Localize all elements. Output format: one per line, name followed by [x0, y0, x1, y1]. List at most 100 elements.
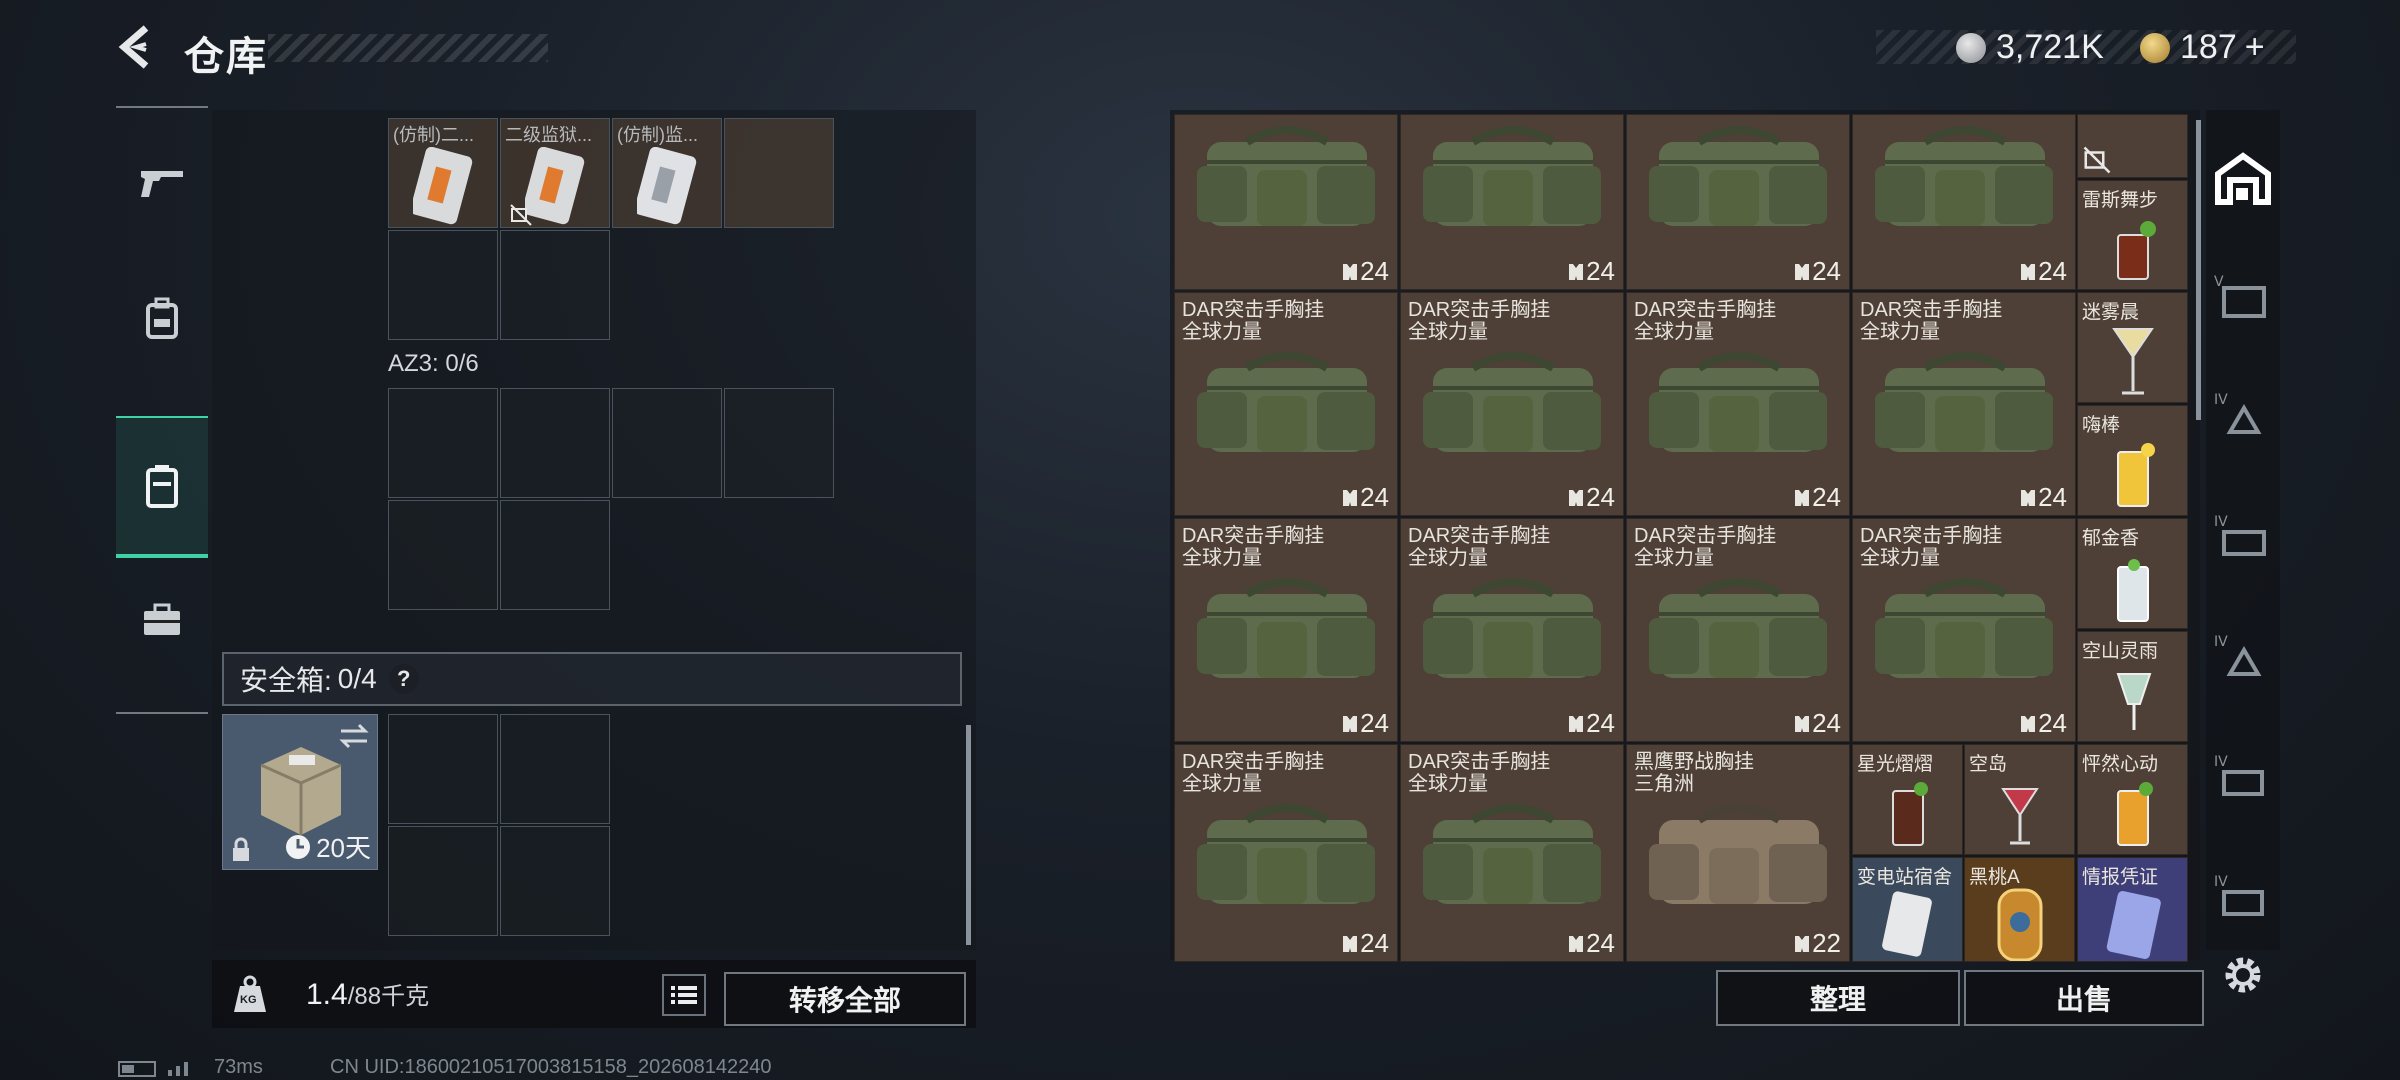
item-count: 24 — [2018, 482, 2067, 513]
inventory-item[interactable]: 24 — [1400, 114, 1624, 290]
storage-item[interactable]: (仿制)监... — [612, 118, 722, 228]
cocktail-icon — [2112, 328, 2154, 395]
left-scrollbar[interactable] — [966, 725, 971, 945]
inventory-item[interactable]: DAR突击手胸挂 全球力量 24 — [1400, 292, 1624, 516]
storage-item[interactable]: (仿制)二... — [388, 118, 498, 228]
chest-rig-image — [1639, 569, 1839, 699]
help-icon[interactable]: ? — [388, 664, 419, 694]
warehouse-icon[interactable] — [2210, 146, 2276, 212]
item-name: 二级监狱... — [505, 125, 593, 145]
drink-item[interactable]: 迷雾晨 — [2077, 292, 2188, 403]
weight-max: /88千克 — [347, 983, 430, 1010]
item-count: 24 — [1340, 928, 1389, 959]
gold-currency[interactable]: 187 + — [2140, 28, 2265, 67]
drink-item[interactable]: 郁金香 — [2077, 518, 2188, 629]
inventory-scrollbar[interactable] — [2196, 120, 2201, 420]
az3-slot[interactable] — [612, 388, 722, 498]
sell-button[interactable]: 出售 — [1964, 970, 2204, 1026]
az3-slot[interactable] — [388, 500, 498, 610]
az3-slot[interactable] — [388, 388, 498, 498]
storage-tab-5-icon[interactable]: V — [2210, 266, 2276, 332]
vest-icon — [2018, 714, 2038, 734]
storage-tab-4b-icon[interactable]: IV — [2210, 506, 2276, 572]
inventory-item[interactable]: 变电站宿舍 — [1852, 857, 1963, 962]
storage-tab-4d-icon[interactable]: IV — [2210, 746, 2276, 812]
sort-button[interactable]: 整理 — [1716, 970, 1960, 1026]
nav-weapons[interactable] — [116, 114, 208, 250]
inventory-item[interactable]: DAR突击手胸挂 全球力量 24 — [1400, 518, 1624, 742]
inventory-item[interactable]: 24 — [1626, 114, 1850, 290]
safe-slot[interactable] — [500, 714, 610, 824]
safe-box-item[interactable]: 20天 — [222, 714, 378, 870]
item-count: 24 — [1566, 928, 1615, 959]
inventory-item[interactable]: DAR突击手胸挂 全球力量 24 — [1852, 518, 2076, 742]
nav-container[interactable] — [116, 416, 208, 558]
gold-add-button[interactable]: + — [2245, 28, 2265, 67]
cocktail-icon — [2117, 559, 2149, 622]
list-icon — [671, 986, 697, 1004]
vest-icon — [1340, 488, 1360, 508]
nav-toolbox[interactable] — [116, 552, 208, 688]
gold-coin-icon — [2140, 32, 2170, 63]
inventory-item[interactable]: DAR突击手胸挂 全球力量 24 — [1626, 518, 1850, 742]
inventory-item[interactable]: 24 — [1852, 114, 2076, 290]
inventory-item[interactable]: 黑桃A — [1964, 857, 2075, 962]
item-name: 郁金香 — [2082, 528, 2140, 549]
storage-item[interactable]: 二级监狱... — [500, 118, 610, 228]
svg-text:IV: IV — [2214, 754, 2228, 770]
keycard-icon — [1882, 891, 1932, 957]
item-name: 情报凭证 — [2082, 867, 2159, 888]
az3-slot[interactable] — [500, 388, 610, 498]
safe-slot[interactable] — [388, 714, 498, 824]
inventory-item[interactable]: 黑鹰野战胸挂 三角洲 22 — [1626, 744, 1850, 962]
az3-slot[interactable] — [724, 388, 834, 498]
storage-tab-4c-icon[interactable]: IV — [2210, 626, 2276, 692]
chest-rig-image — [1413, 343, 1613, 473]
weight-current: 1.4 — [306, 978, 348, 1011]
transfer-all-button[interactable]: 转移全部 — [724, 972, 966, 1026]
vest-icon — [1566, 714, 1586, 734]
inventory-item[interactable]: DAR突击手胸挂 全球力量 24 — [1400, 744, 1624, 962]
inventory-item[interactable]: DAR突击手胸挂 全球力量 24 — [1174, 744, 1398, 962]
inventory-item[interactable]: DAR突击手胸挂 全球力量 24 — [1626, 292, 1850, 516]
drink-item[interactable]: 嗨棒 — [2077, 405, 2188, 516]
settings-gear-icon[interactable] — [2220, 952, 2266, 998]
storage-slot[interactable] — [724, 118, 834, 228]
cocktail-icon — [1892, 782, 1928, 846]
safe-slot[interactable] — [388, 826, 498, 936]
drink-item[interactable]: 空山灵雨 — [2077, 631, 2188, 742]
swap-icon[interactable] — [339, 723, 369, 749]
storage-tab-4a-icon[interactable]: IV — [2210, 384, 2276, 450]
item-count: 24 — [1566, 256, 1615, 287]
nav-backpack[interactable] — [116, 250, 208, 386]
drink-item[interactable]: 星光熠熠 — [1852, 744, 1963, 855]
inventory-item[interactable]: DAR突击手胸挂 全球力量 24 — [1852, 292, 2076, 516]
back-arrow-icon[interactable] — [112, 22, 162, 72]
item-name: DAR突击手胸挂 全球力量 — [1634, 525, 1777, 569]
drink-item[interactable]: 雷斯舞步 — [2077, 180, 2188, 290]
list-view-button[interactable] — [662, 974, 706, 1016]
inventory-item[interactable]: 24 — [1174, 114, 1398, 290]
category-nav — [116, 106, 208, 714]
storage-slot[interactable] — [388, 230, 498, 340]
storage-slot[interactable] — [500, 230, 610, 340]
inventory-item[interactable] — [2077, 114, 2188, 178]
storage-tab-4e-icon[interactable]: IV — [2210, 866, 2276, 932]
inventory-item[interactable]: DAR突击手胸挂 全球力量 24 — [1174, 518, 1398, 742]
no-trade-icon — [510, 204, 532, 226]
chest-rig-image — [1413, 117, 1613, 247]
az3-slot[interactable] — [500, 500, 610, 610]
item-count: 24 — [1340, 708, 1389, 739]
chest-rig-image — [1865, 569, 2065, 699]
inventory-item[interactable]: DAR突击手胸挂 全球力量 24 — [1174, 292, 1398, 516]
toolbox-icon — [144, 603, 180, 635]
safe-slot[interactable] — [500, 826, 610, 936]
drink-item[interactable]: 怦然心动 — [2077, 744, 2188, 855]
weight-readout: 1.4/88千克 — [306, 976, 429, 1012]
drink-item[interactable]: 空岛 — [1964, 744, 2075, 855]
left-footer: KG 1.4/88千克 转移全部 — [212, 960, 976, 1028]
chest-rig-image — [1187, 343, 1387, 473]
inventory-item[interactable]: 情报凭证 — [2077, 857, 2188, 962]
expiry-days: 20天 — [316, 833, 371, 863]
vest-icon — [1792, 714, 1812, 734]
